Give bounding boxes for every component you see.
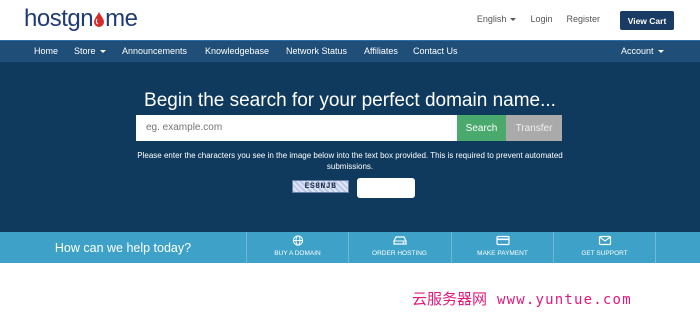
buy-domain-link[interactable]: BUY A DOMAIN (246, 232, 348, 263)
globe-icon (292, 235, 303, 246)
chevron-down-icon (657, 50, 664, 54)
logo-text-me: me (105, 5, 138, 32)
nav-affiliates[interactable]: Affiliates (364, 46, 398, 56)
help-divider (655, 232, 656, 263)
watermark: 云服务器网 www.yuntue.com (412, 288, 632, 309)
watermark-cn: 云服务器网 (412, 290, 488, 308)
hostgnome-logo[interactable]: hostgn me (24, 4, 138, 34)
nav-account[interactable]: Account (621, 46, 664, 56)
logo-drop-icon (93, 5, 105, 27)
language-label: English (476, 14, 507, 24)
captcha-instructions: Please enter the characters you see in t… (137, 151, 563, 171)
make-payment-link[interactable]: MAKE PAYMENT (451, 232, 553, 263)
buy-domain-label: BUY A DOMAIN (274, 250, 321, 257)
nav-home[interactable]: Home (34, 46, 58, 56)
domain-search-input[interactable] (136, 115, 457, 141)
view-cart-button[interactable]: View Cart (620, 11, 674, 30)
get-support-link[interactable]: GET SUPPORT (553, 232, 655, 263)
order-hosting-label: ORDER HOSTING (372, 250, 427, 257)
chevron-down-icon (99, 50, 106, 54)
nav-announcements[interactable]: Announcements (122, 46, 187, 56)
get-support-label: GET SUPPORT (581, 250, 628, 257)
logo-text-gn: gn (67, 5, 94, 32)
captcha-image: ES8NJB (292, 180, 349, 193)
logo-text-host: host (24, 5, 68, 32)
transfer-button[interactable]: Transfer (506, 115, 562, 141)
nav-knowledgebase[interactable]: Knowledgebase (205, 46, 269, 56)
nav-account-label: Account (621, 46, 654, 56)
hdd-icon (392, 236, 407, 245)
domain-search-hero: Begin the search for your perfect domain… (0, 62, 700, 232)
help-title: How can we help today? (54, 240, 192, 255)
captcha-input[interactable] (357, 178, 415, 198)
watermark-url: www.yuntue.com (497, 292, 632, 308)
top-links: English Login Register (477, 14, 600, 24)
login-link[interactable]: Login (530, 14, 552, 24)
order-hosting-link[interactable]: ORDER HOSTING (348, 232, 450, 263)
register-link[interactable]: Register (566, 14, 600, 24)
search-button[interactable]: Search (457, 115, 506, 141)
main-navbar: Home Store Announcements Knowledgebase N… (0, 40, 700, 62)
help-band: How can we help today? BUY A DOMAIN ORDE… (0, 232, 700, 263)
nav-network-status[interactable]: Network Status (286, 46, 347, 56)
hero-title: Begin the search for your perfect domain… (144, 90, 556, 111)
make-payment-label: MAKE PAYMENT (477, 250, 528, 257)
credit-card-icon (495, 235, 510, 246)
chevron-down-icon (510, 18, 517, 22)
top-header: hostgn me English Login Register View Car… (0, 0, 700, 40)
envelope-icon (598, 235, 611, 246)
language-selector[interactable]: English (477, 14, 517, 24)
nav-store[interactable]: Store (74, 46, 106, 56)
nav-contact-us[interactable]: Contact Us (413, 46, 458, 56)
nav-store-label: Store (74, 46, 96, 56)
